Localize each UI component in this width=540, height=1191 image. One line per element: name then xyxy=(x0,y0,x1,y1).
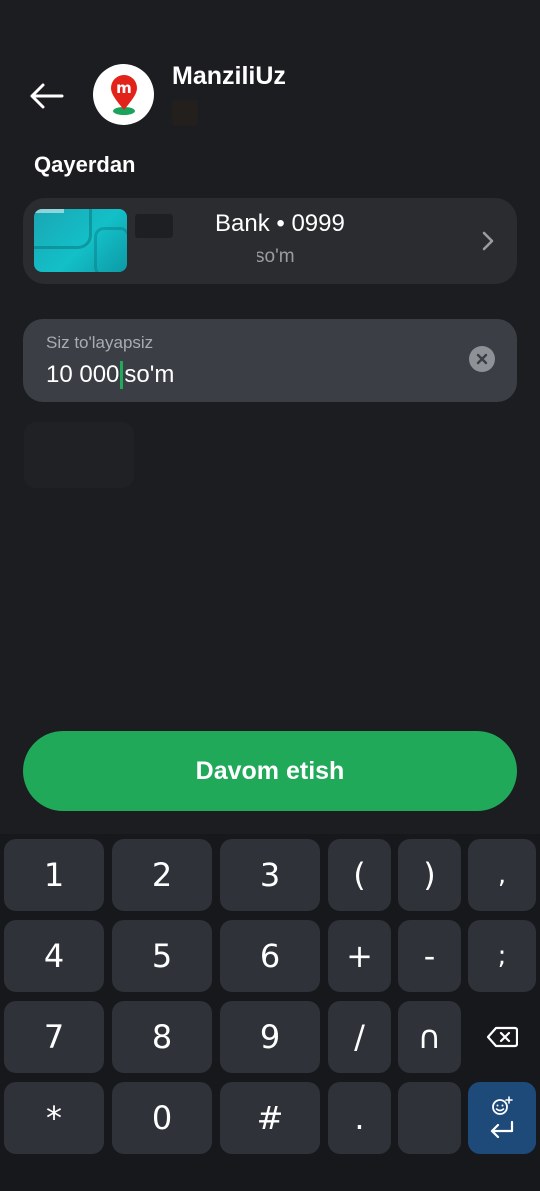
merchant-logo: m xyxy=(93,64,154,125)
backspace-icon xyxy=(486,1026,518,1048)
key-slash[interactable]: / xyxy=(328,1001,391,1073)
map-pin-logo-icon: m xyxy=(110,74,137,115)
arrow-left-icon xyxy=(30,83,64,109)
key-1[interactable]: 1 xyxy=(4,839,104,911)
enter-icon xyxy=(490,1120,514,1139)
key-8[interactable]: 8 xyxy=(112,1001,212,1073)
key-semicolon[interactable]: ; xyxy=(468,920,536,992)
key-3[interactable]: 3 xyxy=(220,839,320,911)
key-blank[interactable] xyxy=(398,1082,461,1154)
key-4[interactable]: 4 xyxy=(4,920,104,992)
key-comma[interactable]: , xyxy=(468,839,536,911)
card-thumbnail xyxy=(34,209,127,272)
merchant-name: ManziliUz xyxy=(172,62,286,90)
key-close-paren[interactable]: ) xyxy=(398,839,461,911)
clear-button[interactable] xyxy=(469,346,495,372)
amount-label: Siz to'layapsiz xyxy=(46,333,154,352)
key-open-paren[interactable]: ( xyxy=(328,839,391,911)
card-selector[interactable]: Bank • 0999 so'm xyxy=(23,198,517,284)
card-balance: so'm xyxy=(255,246,295,267)
card-name: Bank • 0999 xyxy=(215,210,345,237)
key-enter[interactable] xyxy=(468,1082,536,1154)
amount-value: 10 000 xyxy=(46,361,120,388)
card-holder-redacted xyxy=(135,214,173,238)
key-plus[interactable]: + xyxy=(328,920,391,992)
key-7[interactable]: 7 xyxy=(4,1001,104,1073)
chevron-right-icon xyxy=(475,228,501,254)
card-balance-redacted xyxy=(223,248,257,270)
key-asterisk[interactable]: * xyxy=(4,1082,104,1154)
key-0[interactable]: 0 xyxy=(112,1082,212,1154)
back-button[interactable] xyxy=(24,74,68,118)
key-intersection[interactable]: ∩ xyxy=(398,1001,461,1073)
key-6[interactable]: 6 xyxy=(220,920,320,992)
payment-screen: m ManziliUz Qayerdan Bank • 0999 so'm Si… xyxy=(0,0,540,1191)
key-period[interactable]: . xyxy=(328,1082,391,1154)
key-backspace[interactable] xyxy=(468,1001,536,1073)
continue-button[interactable]: Davom etish xyxy=(23,731,517,811)
key-minus[interactable]: - xyxy=(398,920,461,992)
key-2[interactable]: 2 xyxy=(112,839,212,911)
amount-field[interactable]: Siz to'layapsiz 10 000 so'm xyxy=(23,319,517,402)
svg-text:m: m xyxy=(116,79,132,97)
key-5[interactable]: 5 xyxy=(112,920,212,992)
amount-currency: so'm xyxy=(124,361,175,388)
redacted-block xyxy=(24,422,134,488)
key-9[interactable]: 9 xyxy=(220,1001,320,1073)
from-section-label: Qayerdan xyxy=(34,152,136,177)
amount-input[interactable]: 10 000 so'm xyxy=(46,361,174,389)
close-icon xyxy=(476,353,488,365)
numeric-keyboard: 1 2 3 ( ) , 4 5 6 + - ; 7 8 9 / ∩ * 0 # … xyxy=(0,834,540,1191)
merchant-subtitle-redacted xyxy=(172,100,198,126)
emoji-sparkle-icon xyxy=(492,1096,513,1115)
text-cursor xyxy=(120,361,124,389)
key-hash[interactable]: # xyxy=(220,1082,320,1154)
